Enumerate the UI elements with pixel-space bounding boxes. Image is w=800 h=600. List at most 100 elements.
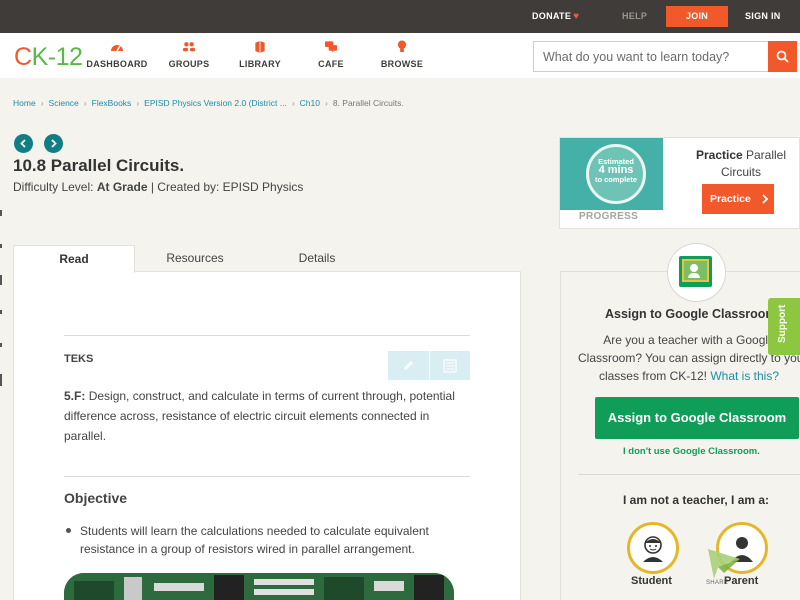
dashboard-icon xyxy=(111,45,123,52)
breadcrumb-separator: › xyxy=(40,98,44,108)
practice-button[interactable]: Practice xyxy=(702,184,774,214)
highlight-button[interactable] xyxy=(388,351,429,380)
objective-item: Students will learn the calculations nee… xyxy=(80,524,429,556)
search-icon xyxy=(776,50,789,63)
progress-label: PROGRESS xyxy=(579,211,639,222)
breadcrumb-flexbooks[interactable]: FlexBooks xyxy=(92,98,132,108)
nav-dashboard[interactable]: DASHBOARD xyxy=(82,40,152,69)
tab-details[interactable]: Details xyxy=(257,245,377,273)
breadcrumb-home[interactable]: Home xyxy=(13,98,36,108)
tab-resources[interactable]: Resources xyxy=(135,245,255,273)
edge-mark xyxy=(0,275,2,285)
edge-mark xyxy=(0,343,2,347)
edge-mark xyxy=(0,374,2,386)
search-box xyxy=(533,41,797,72)
difficulty-label: Difficulty Level: xyxy=(13,180,94,194)
assign-line-1: Are you a teacher with a Google xyxy=(603,333,775,347)
classroom-person-body xyxy=(688,273,700,278)
tab-read[interactable]: Read xyxy=(13,245,135,273)
breadcrumb-separator: › xyxy=(136,98,140,108)
logo-letter-c: C xyxy=(14,43,32,71)
donate-label: DONATE xyxy=(532,11,572,21)
chat-bubbles-icon xyxy=(324,41,338,53)
previous-lesson-button[interactable] xyxy=(14,134,33,153)
notes-button[interactable] xyxy=(429,351,470,380)
support-label: Support xyxy=(777,304,788,343)
nav-library-label: LIBRARY xyxy=(239,59,281,69)
pencil-icon xyxy=(404,361,413,370)
not-teacher-prompt: I am not a teacher, I am a: xyxy=(623,493,770,507)
estimated-time: Estimated 4 mins to complete xyxy=(586,157,646,184)
chevron-left-icon xyxy=(20,139,26,148)
assign-to-google-classroom-button[interactable]: Assign to Google Classroom xyxy=(595,397,799,439)
assign-description: Are you a teacher with a Google Classroo… xyxy=(578,331,800,385)
logo-number: 12 xyxy=(55,43,83,71)
lightbulb-icon xyxy=(397,40,407,53)
breadcrumb-separator: › xyxy=(83,98,87,108)
share-icon[interactable] xyxy=(706,547,742,581)
breadcrumb-chapter[interactable]: Ch10 xyxy=(300,98,320,108)
to-complete-label: to complete xyxy=(594,175,638,184)
library-icon xyxy=(255,40,265,53)
nav-library[interactable]: LIBRARY xyxy=(225,40,295,69)
estimated-minutes: 4 mins xyxy=(598,164,634,176)
assign-title: Assign to Google Classroom xyxy=(605,307,777,321)
nav-dashboard-label: DASHBOARD xyxy=(86,59,148,69)
nav-cafe-label: CAFE xyxy=(318,59,344,69)
student-role-button[interactable] xyxy=(627,522,679,574)
objective-heading: Objective xyxy=(64,490,128,506)
created-by: | Created by: EPISD Physics xyxy=(150,180,304,194)
circuit-board-graphic xyxy=(64,573,454,600)
nav-browse-label: BROWSE xyxy=(380,59,424,69)
lesson-meta: Difficulty Level: At Grade | Created by:… xyxy=(13,180,303,194)
practice-button-label: Practice xyxy=(710,193,751,205)
student-label: Student xyxy=(631,575,672,587)
teks-heading: TEKS xyxy=(64,353,94,365)
search-input[interactable] xyxy=(534,42,770,71)
breadcrumb-separator: › xyxy=(324,98,328,108)
edge-mark xyxy=(0,310,2,314)
nav-groups[interactable]: GROUPS xyxy=(154,40,224,69)
classroom-person-head xyxy=(690,264,698,272)
breadcrumb-science[interactable]: Science xyxy=(49,98,79,108)
heart-icon: ♥ xyxy=(573,11,580,22)
bullet-dot xyxy=(66,528,71,533)
practice-title-bold: Practice xyxy=(695,148,743,162)
donate-link[interactable]: DONATE ♥ xyxy=(532,0,579,33)
annotation-tools xyxy=(388,351,470,380)
notes-icon xyxy=(443,359,457,373)
logo-dash: - xyxy=(47,43,56,71)
page-title: 10.8 Parallel Circuits. xyxy=(13,156,185,175)
join-button[interactable]: JOIN xyxy=(666,6,728,27)
teks-text: 5.F: Design, construct, and calculate in… xyxy=(64,386,474,446)
breadcrumb-separator: › xyxy=(291,98,295,108)
share-label: SHARE xyxy=(706,580,729,586)
difficulty-value: At Grade xyxy=(96,180,148,194)
breadcrumb-current: 8. Parallel Circuits. xyxy=(332,98,404,108)
edge-mark xyxy=(0,210,2,216)
support-tab[interactable]: Support xyxy=(768,298,800,355)
nav-groups-label: GROUPS xyxy=(168,59,210,69)
logo-letter-k: K xyxy=(31,43,49,71)
teks-code: 5.F: xyxy=(64,389,86,403)
section-divider xyxy=(64,335,470,336)
breadcrumb-book[interactable]: EPISD Physics Version 2.0 (District ... xyxy=(144,98,287,108)
student-icon xyxy=(643,536,663,562)
practice-thumbnail: Estimated 4 mins to complete xyxy=(560,138,663,210)
edge-mark xyxy=(0,244,2,248)
nav-cafe[interactable]: CAFE xyxy=(296,40,366,69)
what-is-this-link[interactable]: What is this? xyxy=(710,369,779,383)
breadcrumb: Home › Science › FlexBooks › EPISD Physics Ver… xyxy=(13,98,404,108)
groups-icon xyxy=(182,42,196,52)
teks-description: Design, construct, and calculate in term… xyxy=(64,389,455,443)
nav-browse[interactable]: BROWSE xyxy=(367,40,437,69)
practice-card[interactable]: Estimated 4 mins to complete PROGRESS Pr… xyxy=(559,137,800,229)
help-link[interactable]: HELP xyxy=(622,0,647,33)
search-button[interactable] xyxy=(768,41,797,72)
ck12-logo[interactable]: CK-12 xyxy=(14,43,83,72)
chevron-right-icon xyxy=(51,139,57,148)
dont-use-google-classroom-link[interactable]: I don't use Google Classroom. xyxy=(623,446,760,457)
sign-in-link[interactable]: SIGN IN xyxy=(745,0,781,33)
practice-title: Practice Parallel Circuits xyxy=(687,147,795,181)
next-lesson-button[interactable] xyxy=(44,134,63,153)
